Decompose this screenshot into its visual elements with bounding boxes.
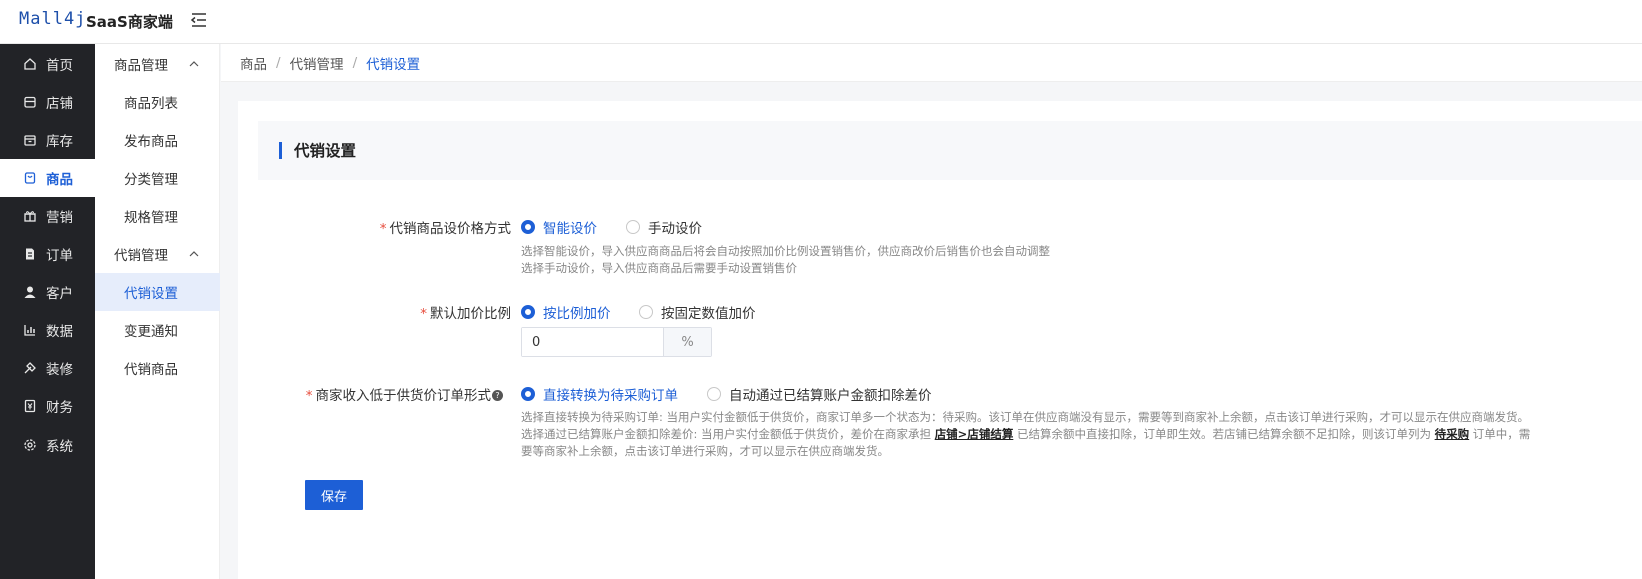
nav-item-label: 代销设置 [124,286,178,302]
low-income-label: * 商家收入低于供货价订单形式? [290,384,503,404]
radio-dot [521,387,535,401]
user-icon [23,285,37,299]
nav-item-consignment-settings[interactable]: 代销设置 [95,273,220,311]
order-icon [23,247,37,261]
nav-item-label: 变更通知 [124,324,178,340]
nav-item-label: 代销商品 [124,362,178,378]
chevron-up-icon [189,61,199,67]
nav-item-label: 系统 [46,439,73,455]
percent-suffix: % [663,328,711,356]
logo[interactable]: Mall4j [19,9,86,29]
radio-smart-pricing[interactable]: 智能设价 [521,217,597,237]
nav-item-system[interactable]: 系统 [0,426,95,464]
nav-item-label: 订单 [46,248,73,264]
nav-item-label: 客户 [46,286,73,302]
nav-item-product[interactable]: 商品 [0,159,95,197]
required-mark: * [305,388,313,404]
nav-item-label: 数据 [46,324,73,340]
breadcrumb-separator: / [276,54,281,71]
store-icon [23,95,37,109]
home-icon [23,57,37,71]
radio-convert-to-purchase[interactable]: 直接转换为待采购订单 [521,384,678,404]
gear-icon [23,438,37,452]
product-icon [23,171,37,185]
nav-item-change-notice[interactable]: 变更通知 [95,311,220,349]
radio-dot [521,305,535,319]
nav-item-label: 规格管理 [124,210,178,226]
section-title: 代销设置 [294,142,357,160]
inventory-icon [23,133,37,147]
radio-markup-fixed[interactable]: 按固定数值加价 [639,302,756,322]
finance-icon [23,399,37,413]
pending-purchase-link[interactable]: 待采购 [1435,427,1470,441]
store-settlement-link[interactable]: 店铺>店铺结算 [935,427,1014,441]
nav-item-label: 首页 [46,58,73,74]
settings-card: 代销设置 [238,101,1642,579]
radio-markup-ratio[interactable]: 按比例加价 [521,302,611,322]
nav-item-label: 财务 [46,400,73,416]
nav-item-label: 商品列表 [124,96,178,112]
radio-dot [626,220,640,234]
help-icon[interactable]: ? [492,390,503,401]
chevron-up-icon [189,251,199,257]
nav-item-finance[interactable]: 财务 [0,387,95,425]
nav-item-label: 店铺 [46,96,73,112]
markup-ratio-input[interactable] [522,328,663,356]
required-mark: * [379,221,387,237]
markup-ratio-input-group: % [521,327,712,357]
nav-item-label: 装修 [46,362,73,378]
nav-item-consignment-products[interactable]: 代销商品 [95,349,220,387]
radio-dot [521,220,535,234]
app-title: SaaS商家端 [86,13,173,31]
decorate-icon [23,361,37,375]
pricing-mode-hint: 选择智能设价，导入供应商商品后将会自动按照加价比例设置销售价，供应商改价后销售价… [521,244,1050,275]
breadcrumb-separator: / [352,54,358,71]
secondary-sidebar: 商品管理 商品列表 发布商品 分类管理 规格管理 代销管理 代销设置 变更通知 … [95,44,220,579]
section-header: 代销设置 [258,121,1642,180]
nav-group-label: 商品管理 [114,58,168,74]
pricing-mode-label: * 代销商品设价格方式 [379,221,511,237]
nav-item-publish-product[interactable]: 发布商品 [95,121,220,159]
breadcrumb: 商品 / 代销管理 / 代销设置 [221,44,1642,82]
breadcrumb-item[interactable]: 商品 [240,53,267,73]
radio-dot [707,387,721,401]
breadcrumb-current: 代销设置 [366,56,421,73]
nav-item-label: 营销 [46,210,73,226]
nav-item-label: 商品 [46,172,73,188]
nav-item-label: 分类管理 [124,172,178,188]
section-accent-bar [279,142,282,159]
gift-icon [23,209,37,223]
nav-item-inventory[interactable]: 库存 [0,121,95,159]
chart-icon [23,323,37,337]
nav-item-spec-management[interactable]: 规格管理 [95,197,220,235]
low-income-hint: 选择直接转换为待采购订单: 当用户实付金额低于供货价，商家订单多一个状态为：待采… [521,410,1531,458]
radio-deduct-difference[interactable]: 自动通过已结算账户金额扣除差价 [707,384,932,404]
nav-item-product-list[interactable]: 商品列表 [95,83,220,121]
nav-group-consignment-management[interactable]: 代销管理 [95,235,220,273]
menu-fold-icon[interactable] [190,11,208,29]
nav-item-category-management[interactable]: 分类管理 [95,159,220,197]
top-bar: Mall4j SaaS商家端 [0,0,1642,44]
nav-group-product-management[interactable]: 商品管理 [95,45,220,83]
nav-item-data[interactable]: 数据 [0,311,95,349]
nav-item-label: 发布商品 [124,134,178,150]
radio-manual-pricing[interactable]: 手动设价 [626,217,702,237]
save-button[interactable]: 保存 [305,480,363,510]
nav-group-label: 代销管理 [114,248,168,264]
nav-item-label: 库存 [46,134,73,150]
nav-item-customer[interactable]: 客户 [0,273,95,311]
nav-item-store[interactable]: 店铺 [0,83,95,121]
radio-dot [639,305,653,319]
nav-item-decorate[interactable]: 装修 [0,349,95,387]
nav-item-order[interactable]: 订单 [0,235,95,273]
nav-item-home[interactable]: 首页 [0,45,95,83]
required-mark: * [420,306,427,322]
markup-label: * 默认加价比例 [420,306,511,322]
primary-sidebar: 首页 店铺 库存 商品 营销 订单 客户 数据 装修 财务 系统 [0,44,95,579]
breadcrumb-item[interactable]: 代销管理 [290,53,344,73]
nav-item-marketing[interactable]: 营销 [0,197,95,235]
